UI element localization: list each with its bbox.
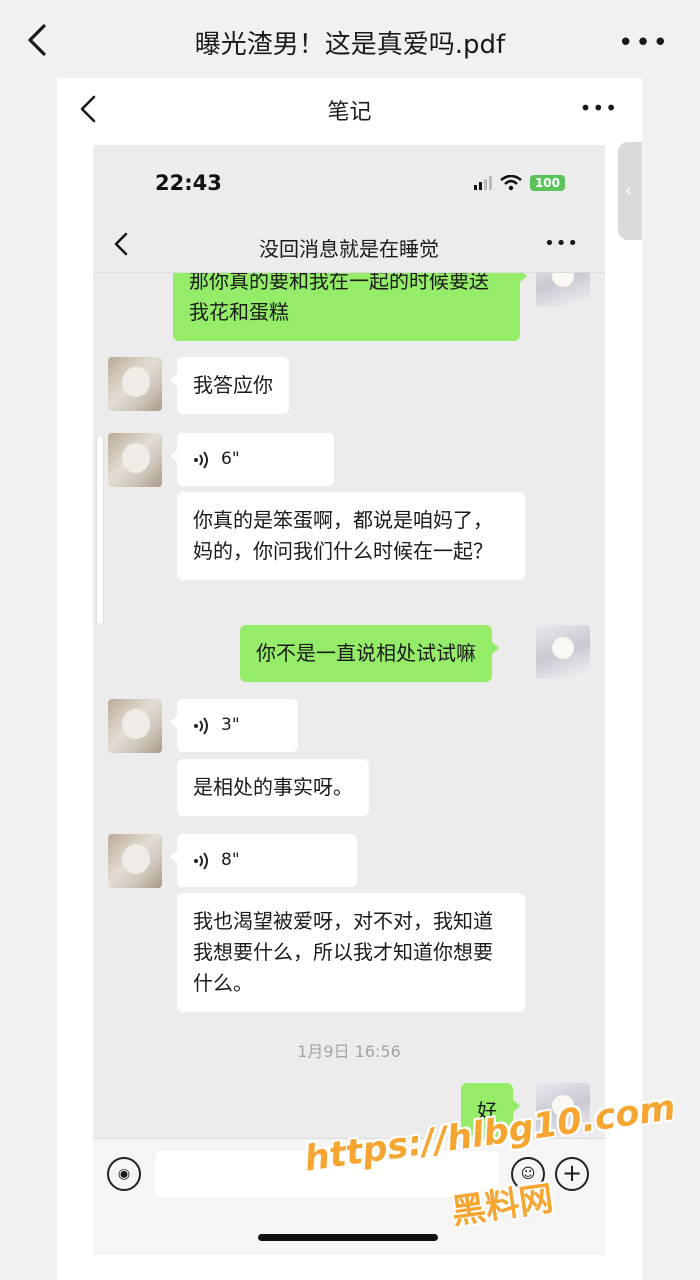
message-timestamp: 1月9日 16:56 [297, 1042, 401, 1061]
voice-message[interactable]: 3" [170, 699, 298, 752]
chat-screenshot: 22:43 100 没回消息就是在睡觉 ••• 那你真的要和我在一起的时候要送我… [93, 145, 605, 1255]
pdf-title: 曝光渣男！这是真爱吗.pdf [194, 30, 506, 60]
home-indicator [258, 1234, 438, 1241]
contact-avatar[interactable] [108, 433, 162, 487]
voice-wave-icon [194, 851, 208, 870]
voice-wave-icon [194, 450, 208, 469]
message-bubble-incoming[interactable]: 我也渴望被爱呀，对不对，我知道我想要什么，所以我才知道你想要什么。 [177, 893, 525, 1012]
chat-header: 没回消息就是在睡觉 ••• [93, 215, 605, 273]
plus-icon[interactable]: + [555, 1157, 589, 1191]
voice-duration: 6" [221, 449, 240, 469]
status-time: 22:43 [155, 171, 222, 195]
message-bubble-outgoing[interactable]: 你不是一直说相处试试嘛 [240, 625, 499, 682]
message-bubble-incoming[interactable]: 是相处的事实呀。 [177, 759, 369, 816]
notes-title: 笔记 [327, 100, 372, 125]
contact-avatar[interactable] [108, 834, 162, 888]
status-icons: 100 [473, 173, 565, 193]
side-arrow-icon: ‹ [625, 180, 633, 201]
more-dots-icon[interactable]: ••• [618, 28, 670, 58]
notes-more-dots-icon[interactable]: ••• [580, 96, 618, 120]
voice-message[interactable]: 8" [170, 834, 357, 887]
message-bubble-incoming[interactable]: 你真的是笨蛋啊，都说是咱妈了，妈的，你问我们什么时候在一起？ [177, 492, 525, 580]
chat-title: 没回消息就是在睡觉 [259, 237, 439, 261]
voice-duration: 8" [221, 850, 240, 870]
pdf-viewer-header: 曝光渣男！这是真爱吗.pdf ••• [0, 0, 700, 80]
voice-wave-icon [194, 716, 208, 735]
contact-avatar[interactable] [108, 699, 162, 753]
chat-more-dots-icon[interactable]: ••• [544, 233, 579, 254]
voice-duration: 3" [221, 715, 240, 735]
voice-input-icon[interactable]: ◉ [107, 1157, 141, 1191]
my-avatar[interactable] [536, 625, 590, 679]
voice-message[interactable]: 6" [170, 433, 334, 486]
battery-icon: 100 [529, 175, 565, 191]
contact-avatar[interactable] [108, 357, 162, 411]
wifi-icon [500, 175, 522, 191]
message-bubble-incoming[interactable]: 我答应你 [170, 357, 289, 414]
scrollbar-thumb[interactable] [97, 436, 103, 624]
signal-icon [473, 176, 492, 190]
side-panel-handle[interactable]: ‹ [618, 142, 642, 240]
